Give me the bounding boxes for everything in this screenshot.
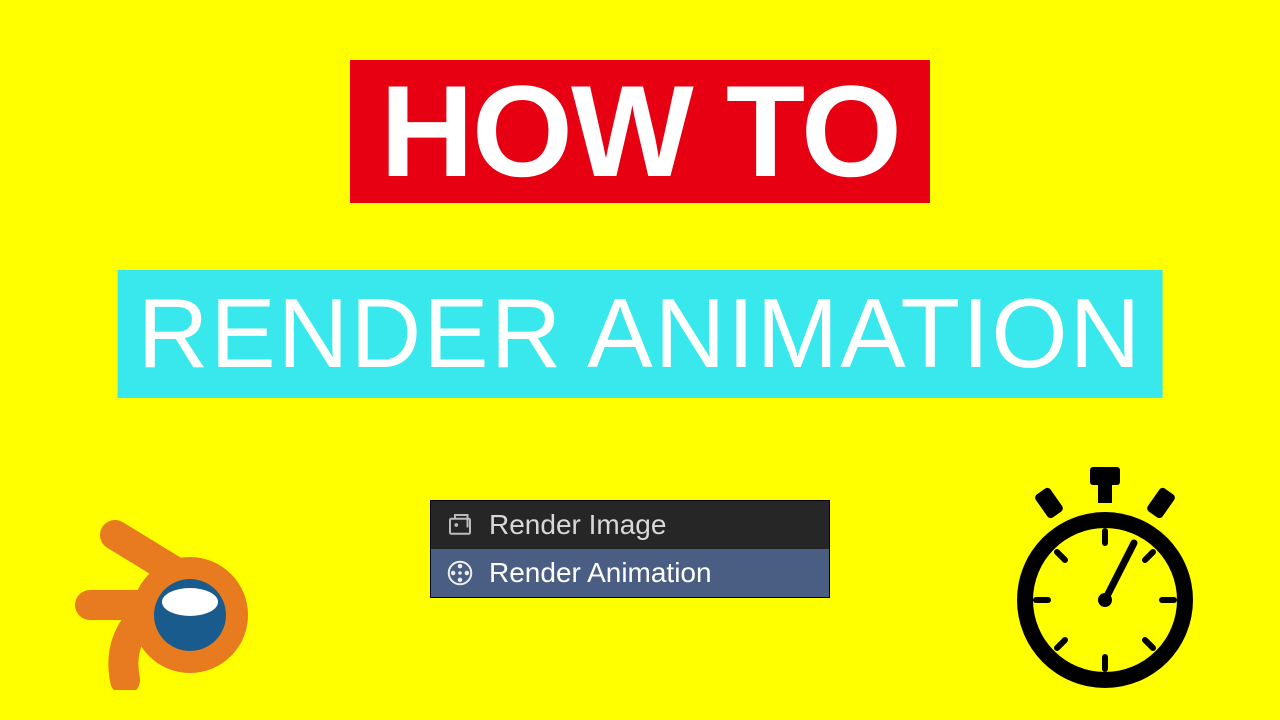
render-image-icon	[445, 510, 475, 540]
blender-logo-icon	[70, 490, 270, 690]
menu-item-render-image[interactable]: Render Image	[431, 501, 829, 549]
render-menu: Render Image Render Animation	[430, 500, 830, 598]
stopwatch-icon	[1000, 465, 1210, 695]
menu-item-label: Render Image	[489, 509, 666, 541]
render-animation-icon	[445, 558, 475, 588]
title-render-animation: RENDER ANIMATION	[118, 270, 1163, 398]
menu-item-render-animation[interactable]: Render Animation	[431, 549, 829, 597]
title-how-to: HOW TO	[350, 60, 930, 203]
menu-item-label: Render Animation	[489, 557, 712, 589]
